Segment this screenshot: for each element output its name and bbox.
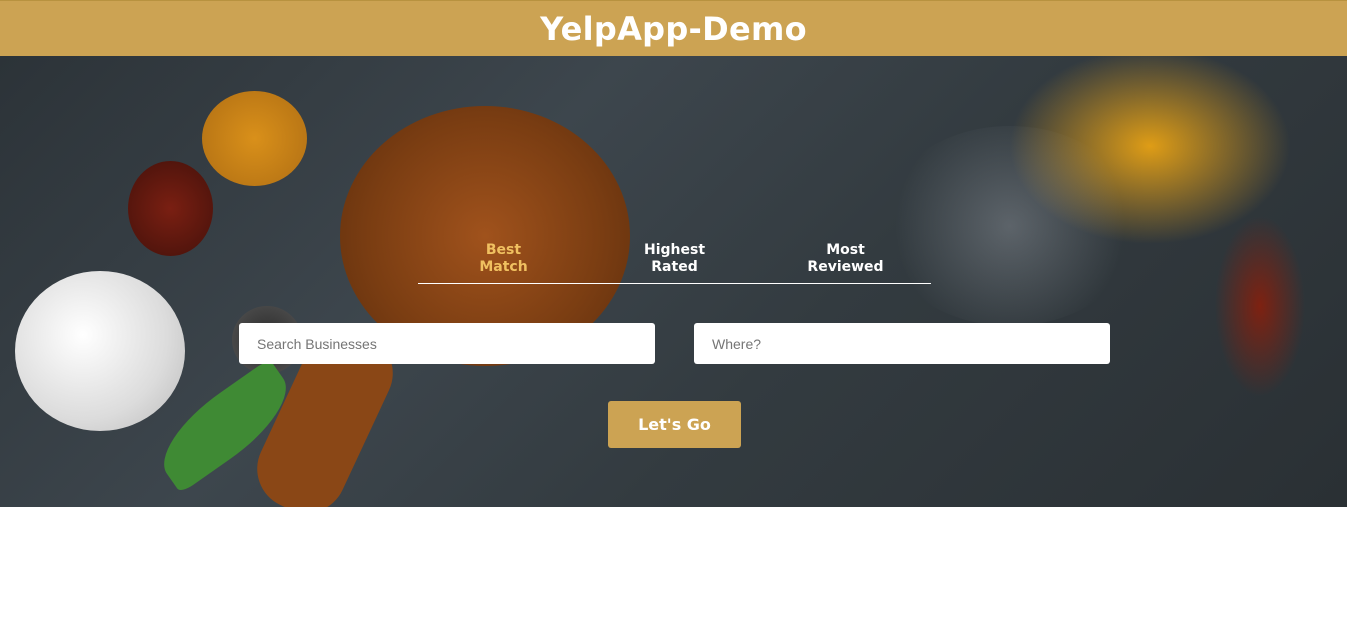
sort-tabs: Best Match Highest Rated Most Reviewed — [418, 242, 931, 284]
tab-label-line2: Match — [479, 259, 528, 275]
tab-label-line1: Highest — [643, 242, 706, 258]
tab-label-line2: Reviewed — [807, 259, 884, 275]
tab-label-line1: Best — [485, 242, 522, 258]
lets-go-button[interactable]: Let's Go — [608, 401, 741, 448]
tab-label-line2: Rated — [651, 259, 698, 275]
location-input[interactable] — [694, 323, 1110, 364]
app-title: YelpApp-Demo — [540, 9, 807, 48]
hero-banner: Best Match Highest Rated Most Reviewed L… — [0, 56, 1347, 507]
tab-best-match[interactable]: Best Match — [418, 242, 589, 283]
search-businesses-input[interactable] — [239, 323, 655, 364]
app-header: YelpApp-Demo — [0, 0, 1347, 56]
tab-most-reviewed[interactable]: Most Reviewed — [760, 242, 931, 283]
tab-label-line1: Most — [826, 242, 865, 258]
tab-highest-rated[interactable]: Highest Rated — [589, 242, 760, 283]
